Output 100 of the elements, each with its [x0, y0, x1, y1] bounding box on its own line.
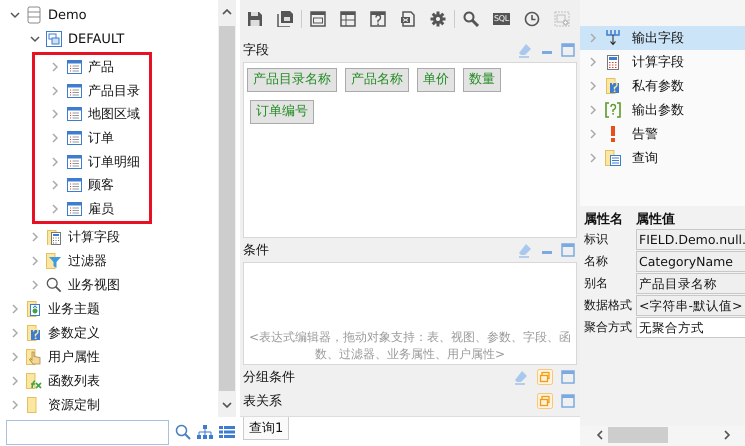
column-header: 属性名 — [584, 211, 624, 228]
expand-caret-icon[interactable] — [588, 57, 598, 67]
tree-item[interactable]: DEFAULT — [0, 27, 218, 51]
tree-item[interactable]: 顾客 — [35, 173, 149, 198]
expand-caret-icon[interactable] — [50, 132, 60, 143]
expand-caret-icon[interactable] — [10, 328, 20, 338]
expand-caret-icon[interactable] — [10, 304, 20, 314]
hand-folder-icon — [26, 348, 42, 366]
property-name: 标识 — [584, 230, 609, 248]
expand-caret-icon[interactable] — [10, 352, 20, 362]
expand-caret-icon[interactable] — [30, 280, 40, 290]
layout-icon[interactable] — [310, 11, 326, 27]
maximize-icon[interactable] — [561, 243, 575, 257]
tree-item[interactable]: 参数定义 — [0, 320, 218, 345]
expand-caret-icon[interactable] — [588, 129, 598, 139]
parameter-window-icon[interactable] — [370, 11, 386, 27]
panel-title: 条件 — [243, 242, 269, 259]
search-icon[interactable] — [175, 424, 191, 440]
tree-item[interactable]: 订单 — [35, 126, 149, 150]
collapse-caret-icon[interactable] — [10, 10, 20, 20]
outline-item[interactable]: 输出字段 — [580, 26, 745, 50]
property-name: 名称 — [584, 252, 609, 270]
save-as-icon[interactable] — [277, 11, 293, 27]
vertical-scrollbar[interactable] — [218, 0, 236, 417]
schema-icon — [46, 31, 62, 47]
tree-item[interactable]: 产品目录 — [35, 78, 149, 102]
export-document-icon[interactable] — [400, 11, 416, 27]
tree-item[interactable]: 地图区域 — [35, 102, 149, 126]
maximize-icon[interactable] — [561, 370, 575, 384]
hierarchy-icon[interactable] — [197, 425, 213, 440]
expand-caret-icon[interactable] — [50, 62, 60, 72]
table-icon — [66, 202, 82, 216]
property-value-field[interactable]: 无聚合方式 — [636, 316, 745, 338]
table-icon — [66, 154, 82, 169]
sql-button[interactable]: SQL — [493, 13, 510, 25]
tree-item[interactable]: 雇员 — [35, 197, 149, 221]
property-value-field: 产品目录名称 — [636, 272, 745, 294]
save-icon[interactable] — [247, 11, 263, 27]
search-icon[interactable] — [463, 11, 479, 27]
expand-caret-icon[interactable] — [588, 33, 598, 43]
tree-item[interactable]: 过滤器 — [0, 248, 218, 273]
grid-layout-icon[interactable] — [340, 11, 356, 27]
expand-caret-icon[interactable] — [50, 156, 60, 167]
outline-item[interactable]: 私有参数 — [580, 74, 745, 98]
tree-item[interactable]: 资源定制 — [0, 392, 218, 417]
magnifier-icon — [46, 276, 62, 294]
tree-item[interactable]: 订单明细 — [35, 150, 149, 174]
search-field[interactable] — [6, 420, 169, 445]
table-icon — [66, 130, 82, 145]
table-icon — [66, 178, 82, 192]
table-icon — [66, 84, 82, 98]
eraser-icon[interactable] — [513, 369, 529, 385]
tree-item[interactable]: Demo — [0, 3, 218, 27]
column-header: 属性值 — [636, 211, 676, 228]
expand-caret-icon[interactable] — [588, 153, 598, 163]
expand-caret-icon[interactable] — [588, 105, 598, 115]
settings-icon[interactable] — [430, 11, 446, 27]
expand-caret-icon[interactable] — [30, 256, 40, 266]
clock-icon[interactable] — [524, 11, 540, 27]
outline-item[interactable]: 输出参数 — [580, 98, 745, 122]
maximize-icon[interactable] — [561, 43, 575, 57]
expand-caret-icon[interactable] — [30, 232, 40, 242]
property-value-field: CategoryName — [636, 250, 745, 272]
eraser-icon[interactable] — [517, 42, 533, 58]
topic-folder-icon — [27, 300, 41, 318]
tree-item[interactable]: 产品 — [35, 55, 149, 79]
collapse-caret-icon[interactable] — [30, 34, 40, 44]
restore-icon[interactable] — [537, 369, 553, 385]
eraser-icon[interactable] — [517, 242, 533, 258]
query-tab[interactable]: 查询1 — [243, 417, 290, 440]
tree-item[interactable]: 用户属性 — [0, 344, 218, 369]
expand-caret-icon[interactable] — [10, 400, 20, 410]
panel-title: 字段 — [243, 42, 269, 59]
outline-item[interactable]: 查询 — [580, 146, 745, 170]
expand-caret-icon[interactable] — [50, 109, 60, 120]
panel-title: 表关系 — [243, 393, 282, 410]
expand-caret-icon[interactable] — [10, 376, 20, 386]
table-icon — [66, 107, 82, 122]
outline-item[interactable]: 计算字段 — [580, 50, 745, 74]
tree-item[interactable]: 函数列表 — [0, 368, 218, 393]
tree-item[interactable]: 计算字段 — [0, 224, 218, 249]
function-folder-icon — [26, 372, 42, 390]
property-value-field: FIELD.Demo.null. — [636, 228, 745, 250]
expand-caret-icon[interactable] — [50, 86, 60, 96]
calculator-icon — [607, 54, 619, 70]
expand-caret-icon[interactable] — [50, 204, 60, 214]
property-name: 数据格式 — [584, 296, 633, 314]
restore-icon[interactable] — [537, 393, 553, 409]
outline-item[interactable]: 告警 — [580, 122, 745, 146]
list-icon[interactable] — [219, 426, 235, 438]
tree-item[interactable]: 业务主题 — [0, 296, 218, 321]
property-value-field: <字符串-默认值> — [636, 294, 745, 316]
calculator-icon — [47, 228, 61, 245]
expand-caret-icon[interactable] — [50, 180, 60, 190]
maximize-icon[interactable] — [561, 394, 575, 408]
tree-item[interactable]: 业务视图 — [0, 272, 218, 297]
expand-caret-icon[interactable] — [588, 81, 598, 91]
output-field-icon — [605, 29, 621, 47]
filter-icon — [46, 252, 62, 270]
parameter-folder-icon — [27, 324, 41, 342]
